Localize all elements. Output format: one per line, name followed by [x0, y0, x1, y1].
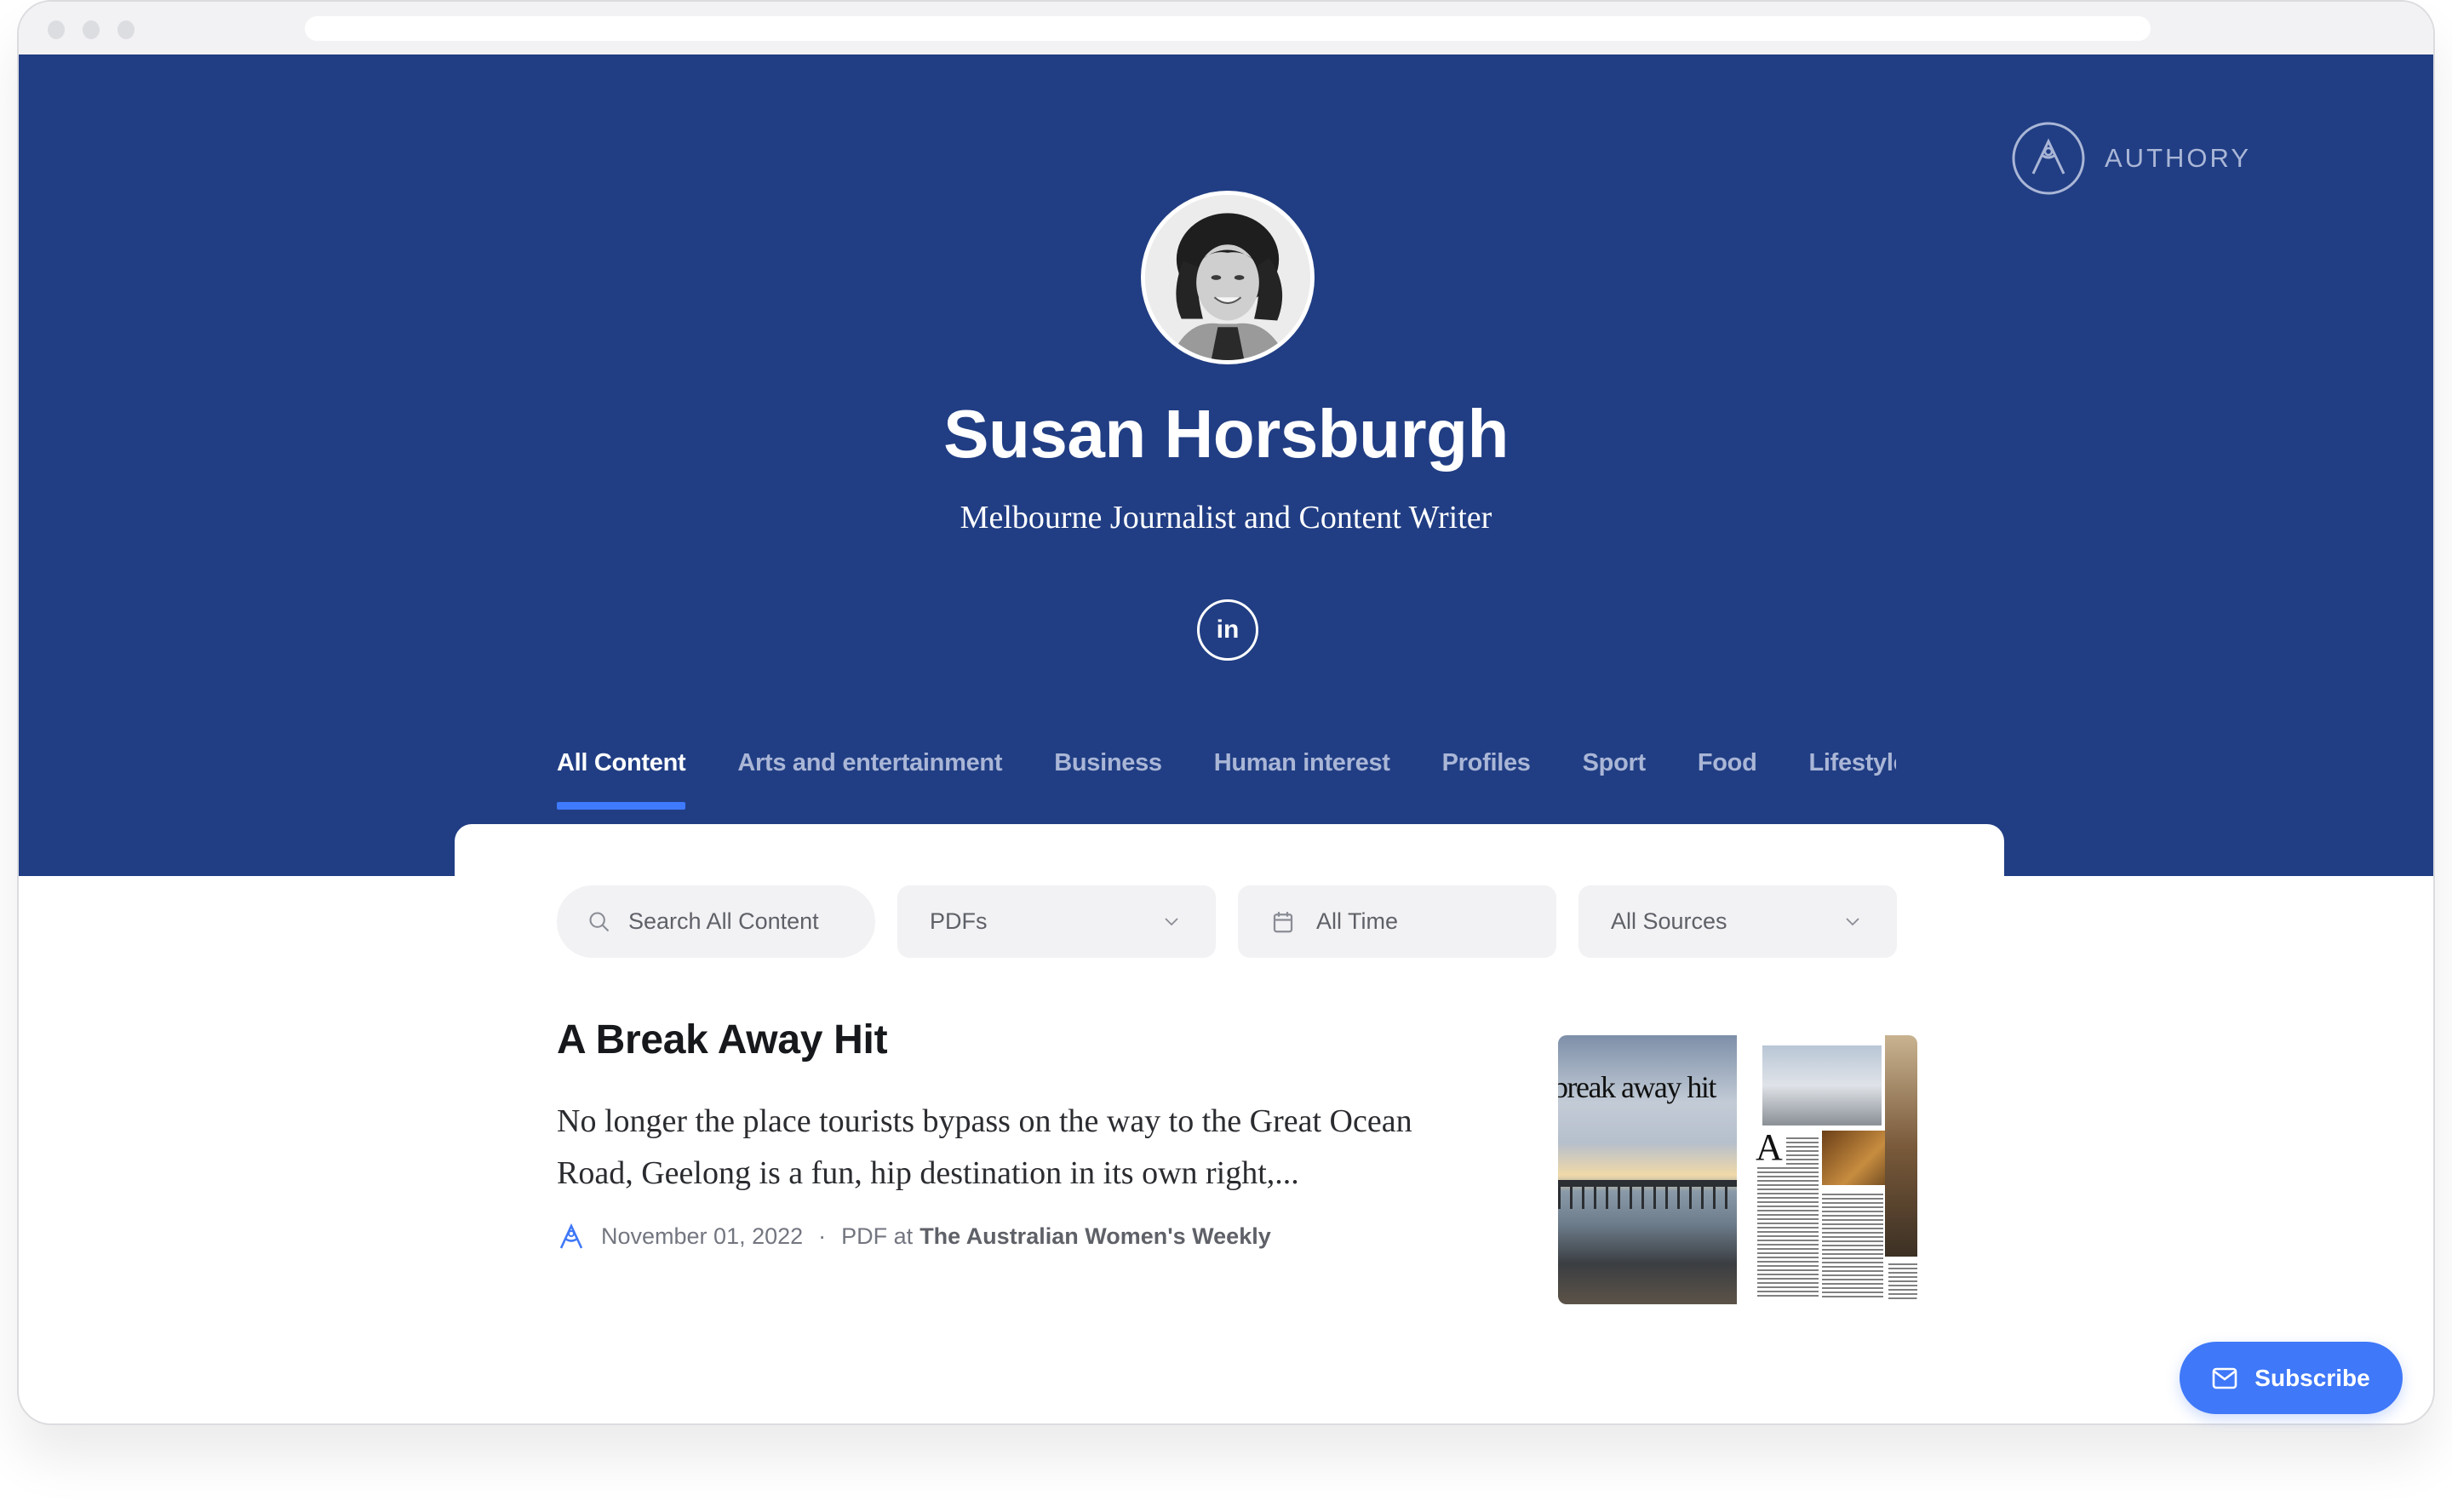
sources-value: All Sources: [1611, 908, 1727, 934]
authory-brand[interactable]: AUTHORY: [2011, 121, 2251, 196]
browser-chrome: [19, 2, 2433, 54]
window-close-dot[interactable]: [48, 20, 65, 39]
article-excerpt: No longer the place tourists bypass on t…: [557, 1103, 1412, 1191]
chevron-down-icon: [1846, 918, 1859, 926]
profile-header: AUTHORY Susan Horsburgh Melbourne Journa…: [19, 54, 2433, 876]
search-field[interactable]: [557, 885, 875, 958]
tab-business[interactable]: Business: [1054, 744, 1162, 812]
authory-mark-icon: [559, 1223, 583, 1249]
content-card: PDFs All Time All Sources A Break Away H…: [455, 824, 2004, 1423]
thumbnail-photo-street: [1885, 1035, 1917, 1257]
tab-arts-and-entertainment[interactable]: Arts and entertainment: [737, 744, 1002, 812]
meta-separator: ·: [818, 1223, 827, 1249]
profile-name: Susan Horsburgh: [943, 396, 1509, 472]
filter-bar: PDFs All Time All Sources: [557, 885, 1897, 958]
category-tabs: All Content Arts and entertainment Busin…: [557, 744, 1948, 812]
content-type-value: PDFs: [930, 908, 988, 934]
thumbnail-dropcap: A: [1756, 1129, 1786, 1166]
window-minimize-dot[interactable]: [83, 20, 100, 39]
tab-all-content[interactable]: All Content: [557, 744, 686, 812]
article-item: A Break Away Hit No longer the place tou…: [557, 1017, 1493, 1251]
thumbnail-pier-legs: [1558, 1187, 1737, 1209]
chevron-down-icon: [1165, 918, 1178, 926]
linkedin-icon: in: [1216, 616, 1240, 644]
thumbnail-photo-pier: [1762, 1045, 1882, 1125]
thumbnail-text-column: [1888, 1263, 1917, 1301]
profile-tagline: Melbourne Journalist and Content Writer: [960, 500, 1492, 536]
content-type-select[interactable]: PDFs: [897, 885, 1216, 958]
article-thumbnail[interactable]: break away hit A: [1558, 1035, 1917, 1304]
avatar-photo: [1145, 195, 1310, 360]
thumbnail-pier: [1558, 1180, 1737, 1187]
avatar: [1141, 191, 1315, 364]
thumbnail-page-spread: A: [1752, 1035, 1917, 1304]
brand-name: AUTHORY: [2105, 143, 2252, 173]
search-input[interactable]: [628, 908, 850, 935]
tab-lifestyle[interactable]: Lifestyle: [1809, 744, 1896, 812]
window-maximize-dot[interactable]: [117, 20, 135, 39]
article-source[interactable]: The Australian Women's Weekly: [920, 1223, 1271, 1250]
browser-window: AUTHORY Susan Horsburgh Melbourne Journa…: [17, 0, 2435, 1425]
address-bar[interactable]: [305, 16, 2151, 41]
search-icon: [587, 908, 611, 936]
article-date: November 01, 2022: [601, 1223, 804, 1249]
subscribe-label: Subscribe: [2254, 1364, 2370, 1391]
mail-icon: [2212, 1367, 2237, 1389]
thumbnail-page-cover: break away hit: [1558, 1035, 1737, 1304]
article-meta: November 01, 2022 · PDF at The Australia…: [557, 1222, 1493, 1251]
sources-select[interactable]: All Sources: [1578, 885, 1897, 958]
subscribe-button[interactable]: Subscribe: [2180, 1342, 2403, 1414]
thumbnail-text-column: [1822, 1194, 1883, 1299]
tab-food[interactable]: Food: [1698, 744, 1757, 812]
article-title[interactable]: A Break Away Hit: [557, 1017, 1493, 1063]
authory-logo-icon: [2012, 122, 2085, 195]
tab-human-interest[interactable]: Human interest: [1214, 744, 1390, 812]
article-format: PDF at: [841, 1223, 914, 1249]
date-range-picker[interactable]: All Time: [1238, 885, 1556, 958]
date-range-value: All Time: [1316, 908, 1399, 934]
calendar-icon: [1270, 908, 1299, 936]
linkedin-link[interactable]: in: [1197, 599, 1258, 661]
tab-profiles[interactable]: Profiles: [1442, 744, 1531, 812]
thumbnail-headline: break away hit: [1558, 1070, 1716, 1104]
tab-sport[interactable]: Sport: [1583, 744, 1647, 812]
